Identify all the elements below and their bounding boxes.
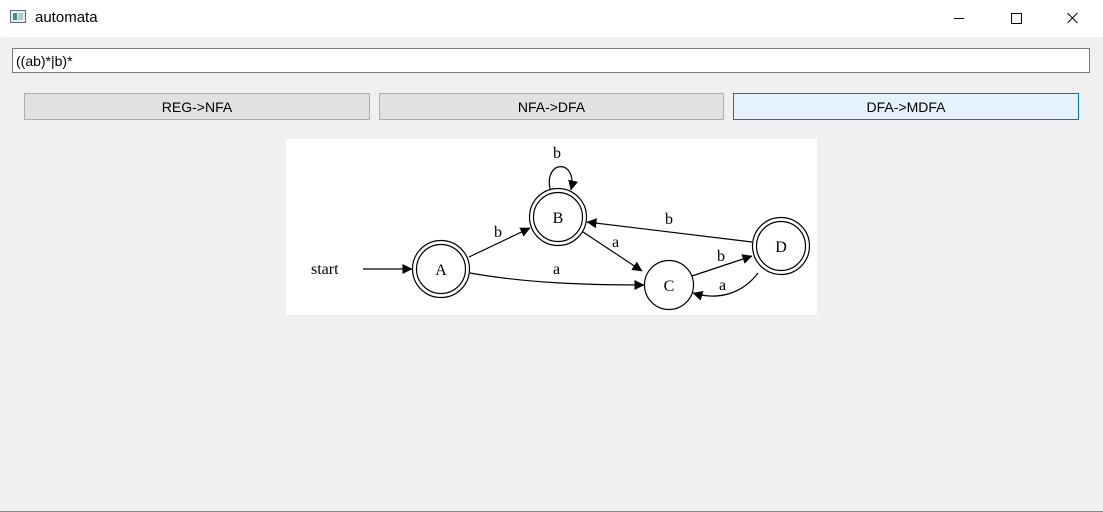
nfa-to-dfa-button[interactable]: NFA->DFA bbox=[379, 93, 724, 120]
state-c: C bbox=[643, 259, 695, 311]
automaton-graph: start b a b a b b a A B C D bbox=[286, 139, 817, 315]
minimize-button[interactable] bbox=[931, 0, 987, 36]
minimize-icon bbox=[954, 17, 964, 19]
edge-c-d-label: b bbox=[717, 248, 725, 265]
edge-c-d: b bbox=[691, 248, 753, 277]
close-button[interactable] bbox=[1045, 0, 1101, 36]
state-a: A bbox=[411, 239, 471, 299]
state-c-label: C bbox=[664, 278, 675, 295]
window-title: automata bbox=[35, 9, 98, 26]
state-b-label: B bbox=[553, 210, 564, 227]
close-icon bbox=[1067, 12, 1079, 24]
edge-a-c: a bbox=[469, 261, 645, 290]
automaton-graph-svg: start b a b a b b a A B C D bbox=[311, 145, 811, 311]
edge-d-c: a bbox=[692, 272, 759, 301]
edge-a-b-label: b bbox=[494, 224, 502, 241]
dfa-to-mdfa-button[interactable]: DFA->MDFA bbox=[733, 93, 1079, 120]
edge-a-c-label: a bbox=[553, 261, 560, 278]
reg-to-nfa-button[interactable]: REG->NFA bbox=[24, 93, 370, 120]
edge-d-c-label: a bbox=[719, 277, 726, 294]
app-icon bbox=[10, 10, 26, 23]
maximize-icon bbox=[1010, 12, 1022, 24]
edge-a-b: b bbox=[468, 224, 531, 258]
edge-b-c-label: a bbox=[612, 234, 619, 251]
regex-input[interactable] bbox=[12, 48, 1090, 73]
edge-b-b-label: b bbox=[553, 145, 561, 162]
title-bar: automata bbox=[0, 0, 1103, 37]
state-d-label: D bbox=[775, 239, 787, 256]
state-a-label: A bbox=[435, 262, 447, 279]
state-d: D bbox=[751, 216, 811, 276]
state-b: B bbox=[528, 187, 588, 247]
edge-b-b: b bbox=[548, 145, 578, 191]
maximize-button[interactable] bbox=[988, 0, 1044, 36]
start-label: start bbox=[311, 261, 339, 278]
edge-d-b-label: b bbox=[665, 211, 673, 228]
edge-b-c: a bbox=[582, 231, 643, 272]
